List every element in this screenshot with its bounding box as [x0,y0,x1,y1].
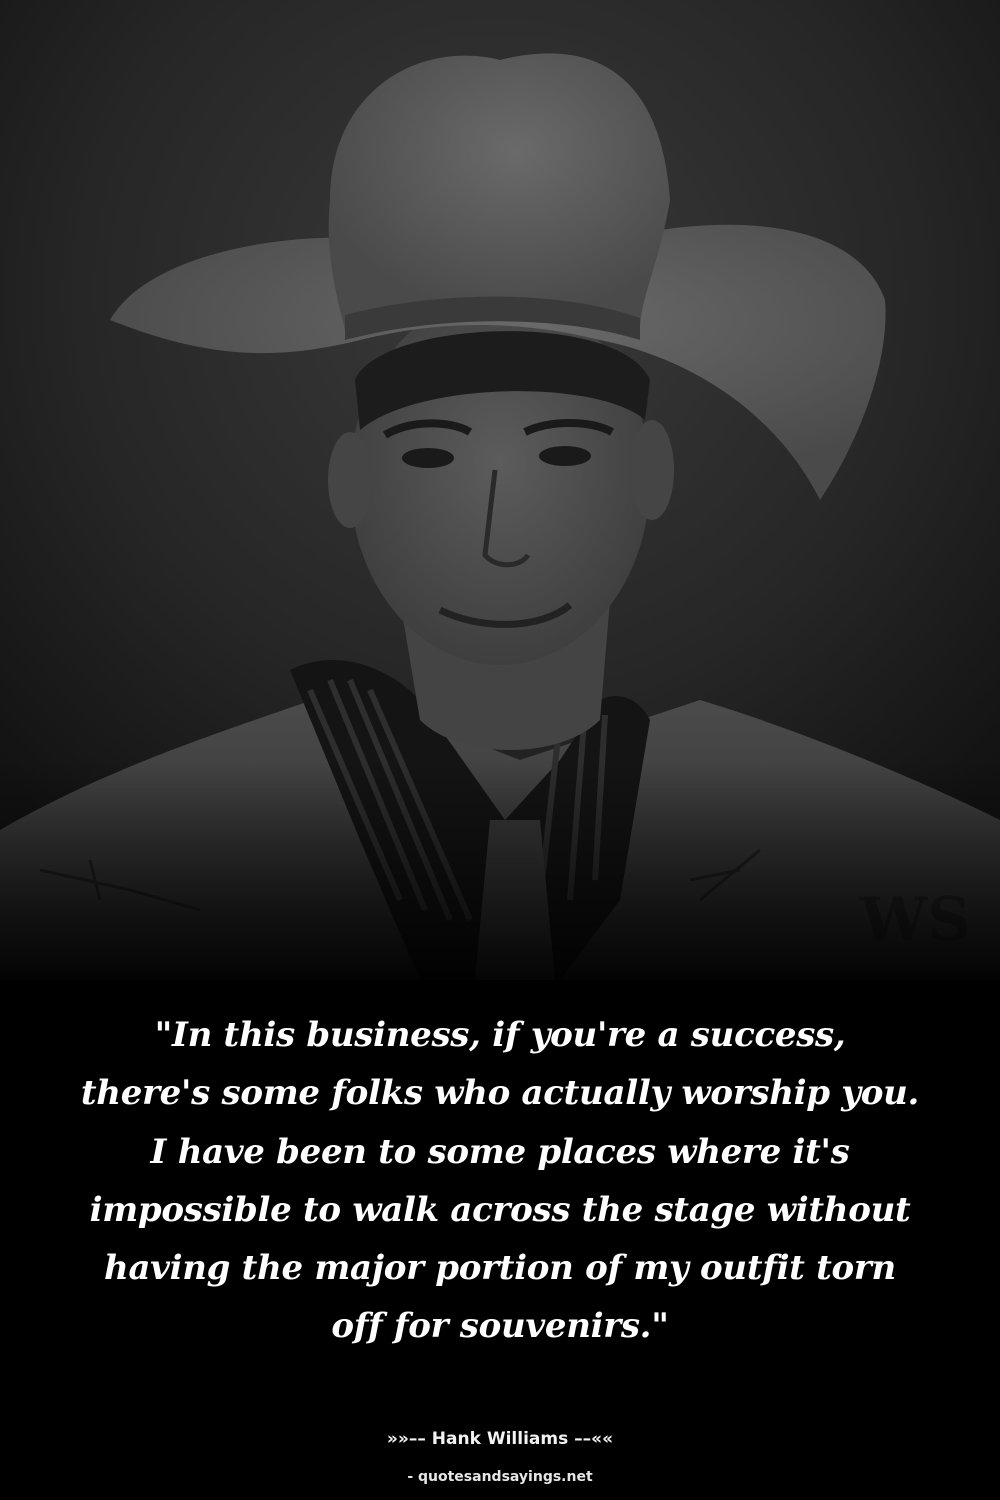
quote-line: off for souvenirs." [331,1306,669,1347]
source-credit: - quotesandsayings.net [407,1469,593,1485]
ear-right [630,420,674,520]
quote-line: having the major portion of my outfit to… [104,1248,896,1289]
hat-crown [328,53,670,330]
quote-card: WS "In this business, if you're a succes… [0,0,1000,1500]
quote-line: impossible to walk across the stage with… [89,1189,911,1230]
quote-text: "In this business, if you're a success, … [40,1006,960,1356]
photo-fade-overlay [0,760,1000,1000]
quote-line: there's some folks who actually worship … [80,1073,920,1114]
ear-left [328,432,372,528]
eye-right [539,446,591,466]
quote-line: I have been to some places where it's [150,1131,850,1172]
quote-author: »»–– Hank Williams ––«« [386,1429,614,1449]
quote-line: "In this business, if you're a success, [154,1015,846,1055]
eye-left [402,448,454,468]
